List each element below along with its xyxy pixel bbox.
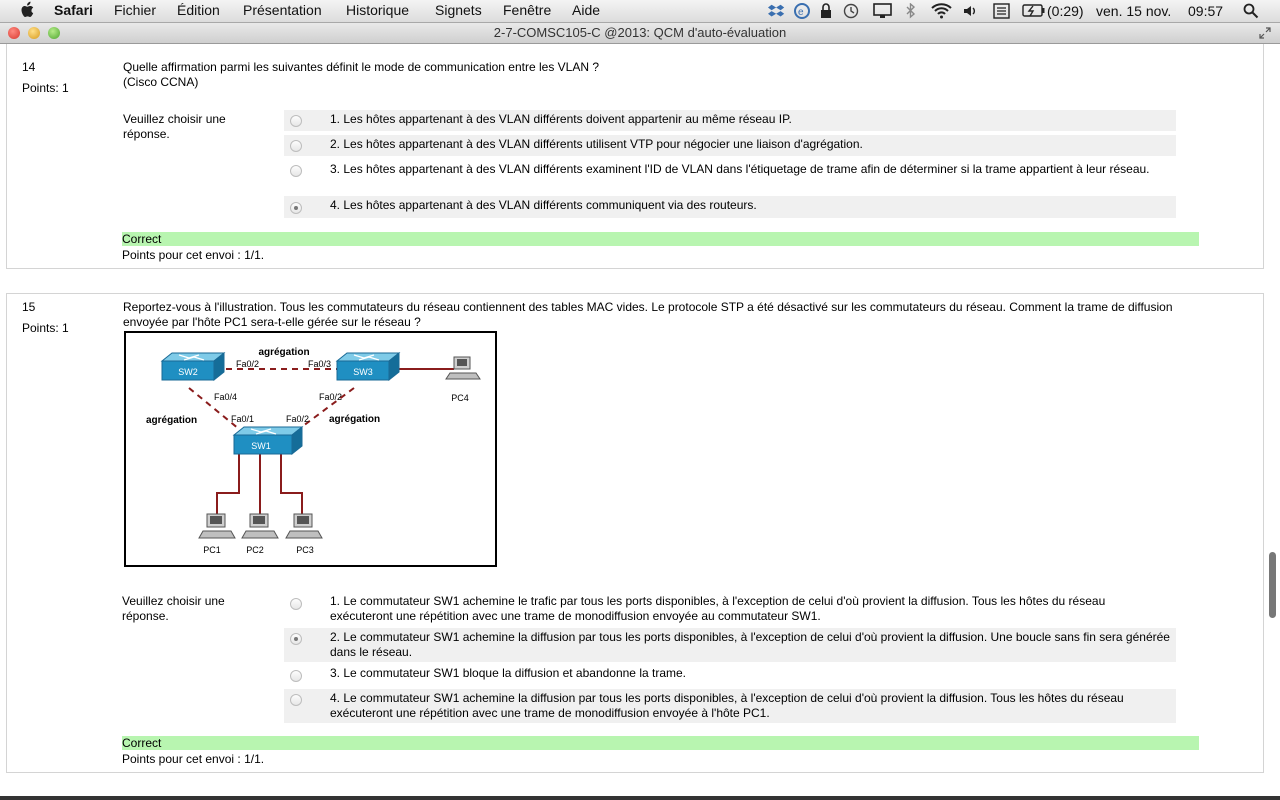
agg-label-left: agrégation: [146, 415, 197, 426]
battery-icon[interactable]: [1022, 4, 1046, 18]
window-titlebar: 2-7-COMSC105-C @2013: QCM d'auto-évaluat…: [0, 23, 1280, 44]
window-bottom-edge: [0, 796, 1280, 800]
switch-sw1: SW1: [232, 425, 304, 456]
port-sw2-fa02: Fa0/2: [236, 359, 259, 369]
question-number: 15: [22, 300, 36, 314]
answer-label: 1. Les hôtes appartenant à des VLAN diff…: [330, 112, 792, 126]
page-content: 14 Points: 1 Quelle affirmation parmi le…: [0, 44, 1280, 796]
volume-icon[interactable]: [962, 3, 978, 19]
lock-icon[interactable]: [819, 3, 833, 19]
menu-aide[interactable]: Aide: [572, 2, 600, 18]
answer-radio[interactable]: [290, 140, 302, 152]
menu-fichier[interactable]: Fichier: [114, 2, 156, 18]
submission-score: Points pour cet envoi : 1/1.: [122, 752, 265, 766]
port-sw1-fa02: Fa0/2: [286, 414, 309, 424]
answer-option-selected[interactable]: 4. Les hôtes appartenant à des VLAN diff…: [284, 196, 1176, 218]
menu-bar: Safari Fichier Édition Présentation Hist…: [0, 0, 1280, 23]
feedback-correct: Correct: [122, 232, 1199, 246]
answer-option[interactable]: 2. Les hôtes appartenant à des VLAN diff…: [284, 135, 1176, 156]
answer-radio[interactable]: [290, 670, 302, 682]
apple-icon[interactable]: [20, 1, 36, 19]
answer-option[interactable]: 1. Le commutateur SW1 achemine le trafic…: [284, 592, 1176, 626]
battery-time[interactable]: (0:29): [1047, 3, 1084, 19]
choose-prompt-line1: Veuillez choisir une: [123, 112, 226, 126]
choose-prompt-line2: réponse.: [122, 609, 169, 623]
question-text: Reportez-vous à l'illustration. Tous les…: [123, 300, 1173, 329]
vertical-scrollbar[interactable]: [1266, 44, 1280, 796]
sw2-label: SW2: [178, 367, 198, 377]
question-text: Quelle affirmation parmi les suivantes d…: [123, 60, 1193, 90]
dropbox-icon[interactable]: [768, 3, 786, 19]
fullscreen-icon[interactable]: [1258, 26, 1272, 40]
choose-prompt-line1: Veuillez choisir une: [122, 594, 225, 608]
answer-label: 4. Les hôtes appartenant à des VLAN diff…: [330, 198, 757, 212]
zoom-window-button[interactable]: [48, 27, 60, 39]
feedback-correct: Correct: [122, 736, 1199, 750]
question-points: Points: 1: [22, 81, 69, 95]
pc3-label: PC3: [296, 545, 314, 555]
answer-label: 2. Les hôtes appartenant à des VLAN diff…: [330, 137, 863, 151]
clock-date[interactable]: ven. 15 nov.: [1096, 3, 1171, 19]
answer-label: 1. Le commutateur SW1 achemine le trafic…: [330, 594, 1106, 623]
port-sw3-fa03: Fa0/3: [308, 359, 331, 369]
display-icon[interactable]: [873, 3, 893, 19]
wifi-icon[interactable]: [931, 3, 953, 19]
answer-radio[interactable]: [290, 598, 302, 610]
window-title: 2-7-COMSC105-C @2013: QCM d'auto-évaluat…: [493, 25, 787, 40]
bluetooth-icon[interactable]: [905, 3, 917, 19]
answer-option[interactable]: 1. Les hôtes appartenant à des VLAN diff…: [284, 110, 1176, 131]
menu-signets[interactable]: Signets: [435, 2, 482, 18]
menu-edition[interactable]: Édition: [177, 2, 220, 18]
switch-sw3: SW3: [335, 351, 401, 382]
answer-label: 4. Le commutateur SW1 achemine la diffus…: [330, 691, 1124, 720]
menu-historique[interactable]: Historique: [346, 2, 409, 18]
sw3-label: SW3: [353, 367, 373, 377]
sync-icon[interactable]: e: [794, 3, 811, 19]
submission-score: Points pour cet envoi : 1/1.: [122, 248, 265, 262]
port-sw1-fa01: Fa0/1: [231, 414, 254, 424]
scrollbar-thumb[interactable]: [1269, 552, 1276, 618]
pc1-label: PC1: [203, 545, 221, 555]
clock-time[interactable]: 09:57: [1188, 3, 1223, 19]
agg-label-right: agrégation: [329, 414, 380, 425]
choose-prompt-line2: réponse.: [123, 127, 170, 141]
answer-radio-selected[interactable]: [290, 202, 302, 214]
minimize-window-button[interactable]: [28, 27, 40, 39]
close-window-button[interactable]: [8, 27, 20, 39]
pc4-label: PC4: [451, 393, 469, 403]
menu-presentation[interactable]: Présentation: [243, 2, 322, 18]
answer-option-selected[interactable]: 2. Le commutateur SW1 achemine la diffus…: [284, 628, 1176, 662]
input-menu-icon[interactable]: [993, 3, 1011, 19]
pc2-label: PC2: [246, 545, 264, 555]
answer-radio[interactable]: [290, 694, 302, 706]
answer-label: 3. Le commutateur SW1 bloque la diffusio…: [330, 666, 686, 680]
time-machine-icon[interactable]: [843, 3, 860, 19]
agg-label-top: agrégation: [258, 347, 309, 358]
question-number: 14: [22, 60, 36, 74]
answer-option[interactable]: 3. Le commutateur SW1 bloque la diffusio…: [284, 664, 1176, 686]
sw1-label: SW1: [251, 441, 271, 451]
choose-prompt: Veuillez choisir une réponse.: [123, 112, 226, 142]
switch-sw2: SW2: [160, 351, 226, 382]
menu-fenetre[interactable]: Fenêtre: [503, 2, 551, 18]
answer-radio[interactable]: [290, 115, 302, 127]
answer-radio[interactable]: [290, 165, 302, 177]
question-source: (Cisco CCNA): [123, 75, 199, 89]
port-sw3-fa02: Fa0/2: [319, 392, 342, 402]
answer-radio-selected[interactable]: [290, 633, 302, 645]
answer-option[interactable]: 4. Le commutateur SW1 achemine la diffus…: [284, 689, 1176, 723]
network-diagram: SW2 SW3 SW1 PC4 PC1 PC2 PC3 agrégation a…: [124, 331, 497, 567]
question-points: Points: 1: [22, 321, 69, 335]
answer-label: 3. Les hôtes appartenant à des VLAN diff…: [330, 162, 1150, 176]
spotlight-icon[interactable]: [1243, 3, 1259, 19]
answer-label: 2. Le commutateur SW1 achemine la diffus…: [330, 630, 1170, 659]
svg-text:e: e: [798, 7, 804, 18]
menu-app-name[interactable]: Safari: [54, 2, 93, 18]
question-text-line: Quelle affirmation parmi les suivantes d…: [123, 60, 600, 74]
answer-option[interactable]: 3. Les hôtes appartenant à des VLAN diff…: [284, 160, 1176, 194]
choose-prompt: Veuillez choisir une réponse.: [122, 594, 225, 624]
port-sw2-fa04: Fa0/4: [214, 392, 237, 402]
